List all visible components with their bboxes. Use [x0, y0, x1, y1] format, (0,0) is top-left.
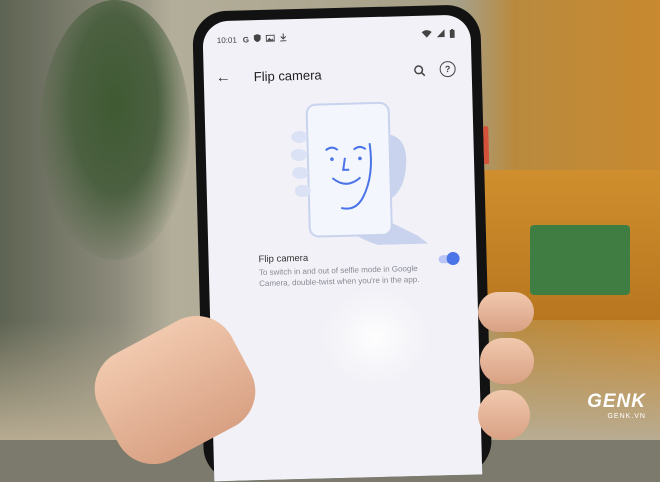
flip-camera-illustration [290, 101, 429, 245]
power-button [483, 126, 490, 165]
genk-watermark: GENK GENK.VN [587, 391, 646, 420]
flip-camera-setting[interactable]: Flip camera To switch in and out of self… [258, 249, 460, 289]
screen-glare [319, 285, 432, 389]
background-plant [40, 0, 190, 260]
toggle-knob [446, 251, 460, 266]
hand-finger-2 [480, 338, 534, 384]
earpiece-speaker [320, 14, 371, 18]
watermark-logo: GENK [587, 391, 646, 412]
app-bar: ← Flip camera ? [203, 54, 472, 93]
hand-finger-3 [478, 390, 530, 440]
watermark-domain: GENK.VN [607, 413, 646, 420]
arrow-back-icon[interactable]: ← [216, 68, 231, 85]
download-icon [280, 33, 287, 43]
help-icon[interactable]: ? [439, 60, 456, 78]
signal-icon [436, 29, 445, 39]
battery-icon [449, 28, 455, 39]
setting-title: Flip camera [258, 252, 309, 266]
page-title: Flip camera [253, 66, 322, 84]
background-green-object [530, 225, 630, 295]
setting-description: To switch in and out of selfie mode in G… [258, 263, 420, 288]
hand-finger-1 [478, 292, 534, 332]
google-g-icon: G [242, 34, 250, 44]
image-icon [265, 34, 276, 43]
status-time: 10:01 [216, 35, 237, 45]
flip-camera-toggle[interactable] [438, 251, 460, 266]
search-icon[interactable] [413, 64, 426, 82]
shield-icon [253, 34, 262, 44]
status-bar: 10:01 G [217, 27, 455, 47]
wifi-icon [421, 30, 432, 40]
